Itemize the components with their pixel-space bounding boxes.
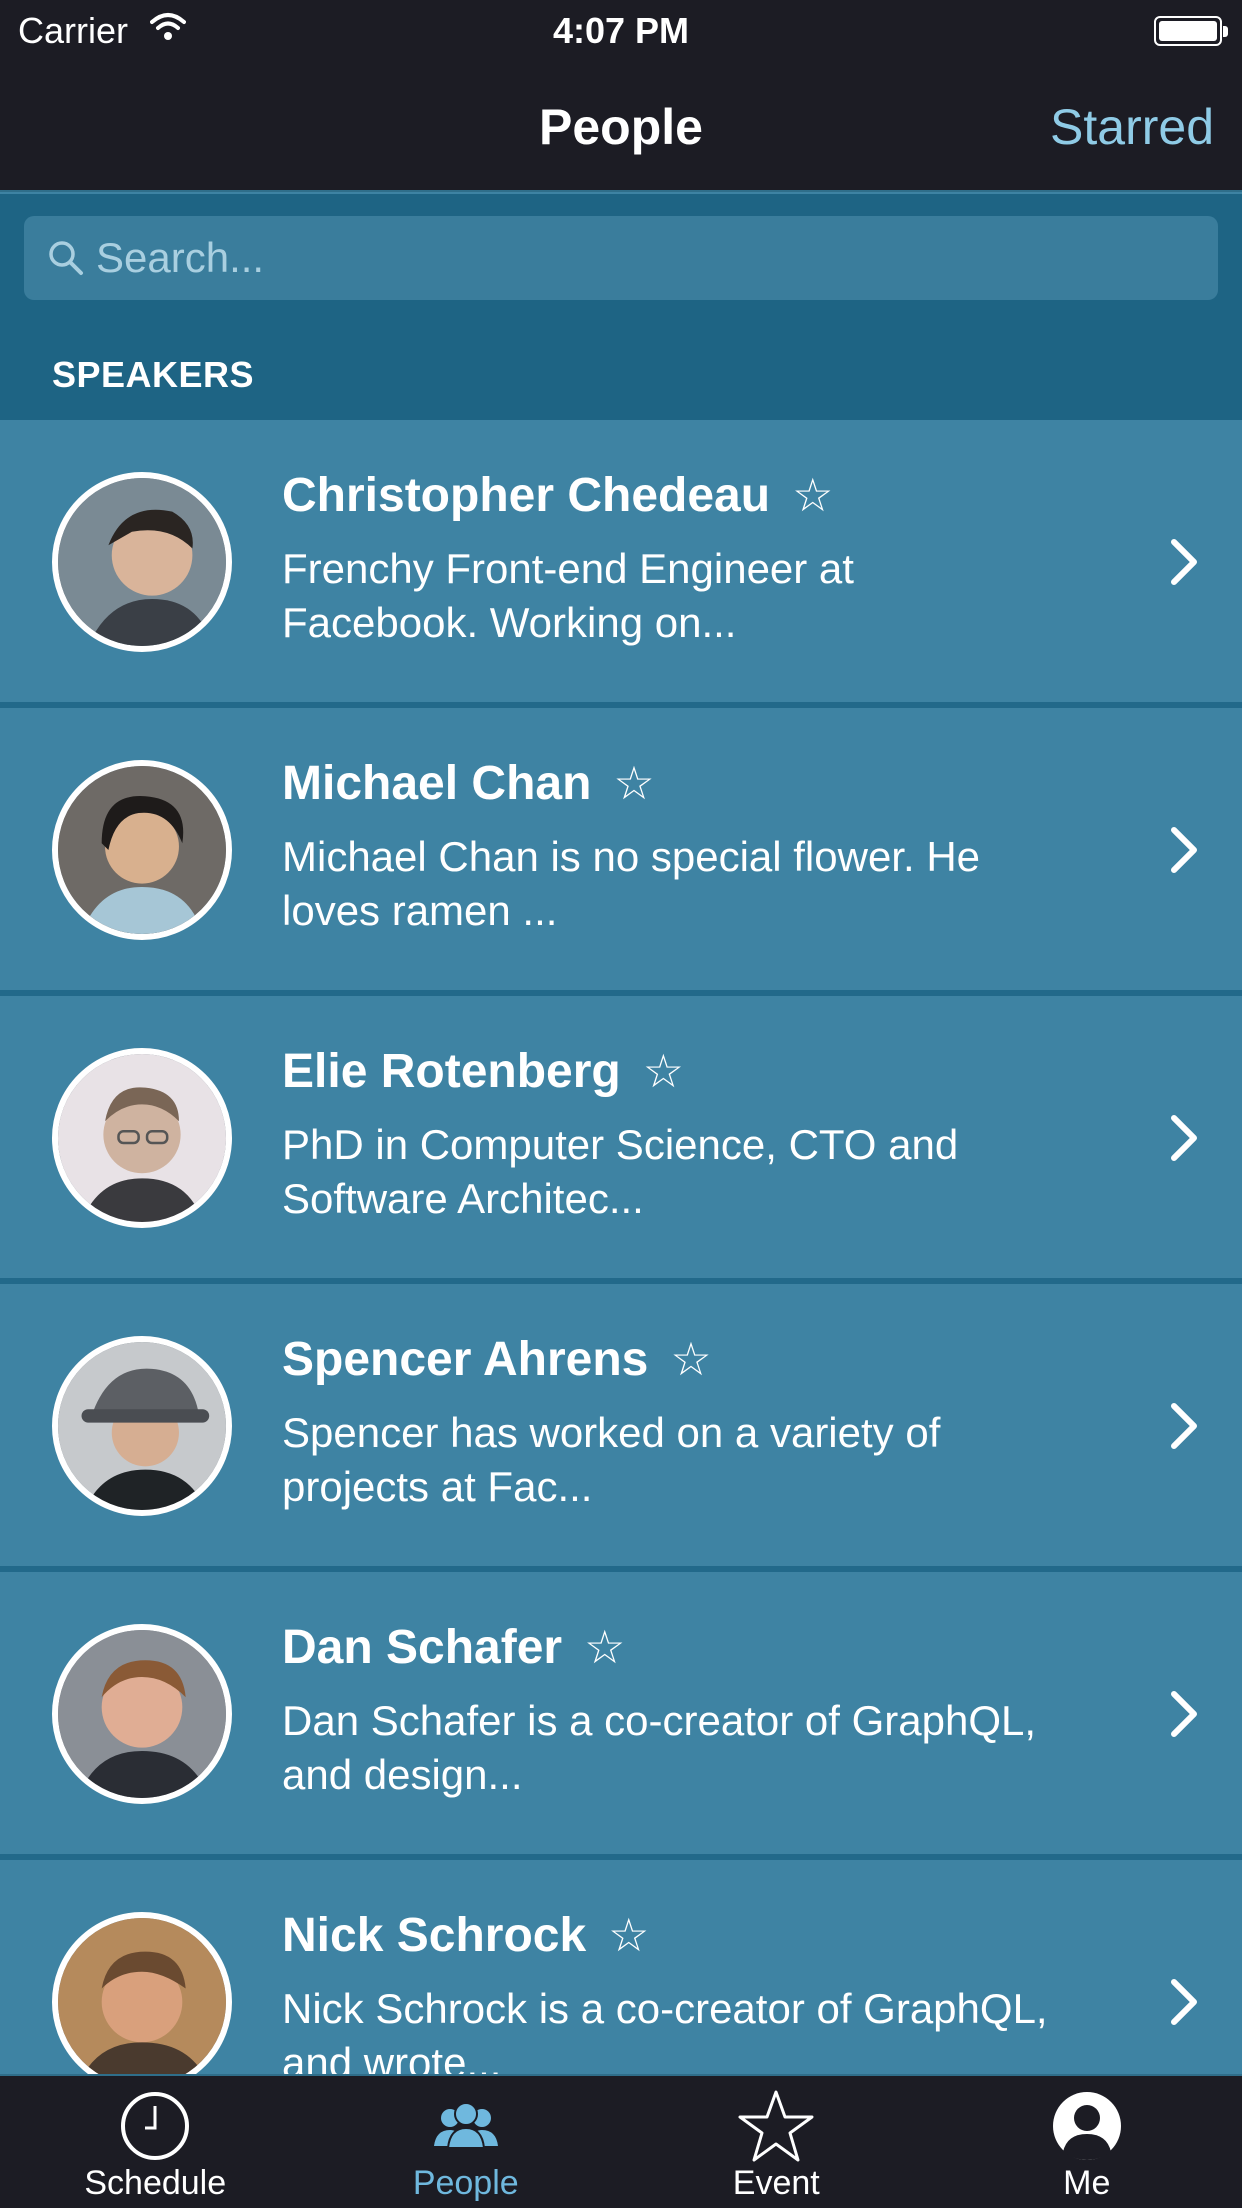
tab-me[interactable]: Me	[932, 2076, 1242, 2208]
chevron-right-icon	[1171, 1979, 1197, 2025]
people-icon	[433, 2102, 498, 2149]
star-icon[interactable]: ☆	[643, 1045, 684, 1097]
battery-icon	[1154, 16, 1228, 46]
list-item[interactable]: Dan Schafer ☆ Dan Schafer is a co-creator…	[0, 1572, 1242, 1860]
status-bar: Carrier 4:07 PM	[0, 0, 1242, 62]
star-icon	[738, 2090, 814, 2162]
speaker-name: Spencer Ahrens ☆	[282, 1333, 712, 1386]
chevron-right-icon	[1171, 827, 1197, 873]
list-item[interactable]: Nick Schrock ☆ Nick Schrock is a co-creat…	[0, 1860, 1242, 2074]
avatar	[52, 1048, 232, 1228]
list-item[interactable]: Elie Rotenberg ☆ PhD in Computer Science,…	[0, 996, 1242, 1284]
avatar	[52, 1912, 232, 2074]
star-icon[interactable]: ☆	[670, 1333, 711, 1385]
top-bar: Carrier 4:07 PM People Starred	[0, 0, 1242, 192]
person-icon	[1052, 2092, 1121, 2160]
clock-icon	[121, 2092, 190, 2160]
avatar	[52, 760, 232, 940]
star-icon[interactable]: ☆	[792, 469, 833, 521]
search-bar	[0, 194, 1242, 324]
list-item[interactable]: Michael Chan ☆ Michael Chan is no special…	[0, 708, 1242, 996]
avatar	[52, 1336, 232, 1516]
speaker-name: Elie Rotenberg ☆	[282, 1045, 684, 1098]
tab-event[interactable]: Event	[621, 2076, 932, 2208]
tab-label: Me	[1063, 2164, 1111, 2202]
speaker-name: Nick Schrock ☆	[282, 1909, 650, 1962]
tab-label: People	[412, 2164, 519, 2202]
tab-schedule[interactable]: Schedule	[0, 2076, 311, 2208]
star-icon[interactable]: ☆	[608, 1909, 649, 1961]
list-item[interactable]: Christopher Chedeau ☆ Frenchy Front-end E…	[0, 420, 1242, 708]
people-list: Christopher Chedeau ☆ Frenchy Front-end E…	[0, 420, 1242, 2074]
chevron-right-icon	[1171, 1403, 1197, 1449]
chevron-right-icon	[1171, 1691, 1197, 1737]
tab-people[interactable]: People	[311, 2076, 622, 2208]
search-icon	[49, 241, 83, 275]
section-header: SPEAKERS	[0, 324, 1242, 420]
avatar	[52, 472, 232, 652]
speaker-bio: Frenchy Front-end Engineer at Facebook. …	[282, 545, 854, 646]
chevron-right-icon	[1171, 539, 1197, 585]
status-time: 4:07 PM	[552, 10, 690, 51]
tab-label: Schedule	[84, 2164, 227, 2202]
tab-bar: Schedule People Event Me	[0, 2074, 1242, 2208]
speaker-bio: Michael Chan is no special flower. He lo…	[282, 833, 981, 934]
avatar	[52, 1624, 232, 1804]
speaker-bio: Spencer has worked on a variety of proje…	[282, 1409, 941, 1510]
star-icon[interactable]: ☆	[584, 1621, 625, 1673]
speaker-bio: Nick Schrock is a co-creator of GraphQL,…	[282, 1985, 1048, 2074]
chevron-right-icon	[1171, 1115, 1197, 1161]
section-title: SPEAKERS	[52, 354, 255, 395]
search-field[interactable]	[24, 216, 1218, 300]
speaker-name: Michael Chan ☆	[282, 757, 655, 810]
tab-label: Event	[732, 2164, 820, 2202]
speaker-name: Dan Schafer ☆	[282, 1621, 626, 1674]
list-item[interactable]: Spencer Ahrens ☆ Spencer has worked on a …	[0, 1284, 1242, 1572]
starred-button[interactable]: Starred	[1050, 98, 1214, 156]
search-input[interactable]	[96, 216, 1196, 300]
speaker-name: Christopher Chedeau ☆	[282, 469, 834, 522]
star-icon[interactable]: ☆	[613, 757, 654, 809]
speaker-bio: Dan Schafer is a co-creator of GraphQL, …	[282, 1697, 1037, 1798]
speaker-bio: PhD in Computer Science, CTO and Softwar…	[282, 1121, 959, 1222]
